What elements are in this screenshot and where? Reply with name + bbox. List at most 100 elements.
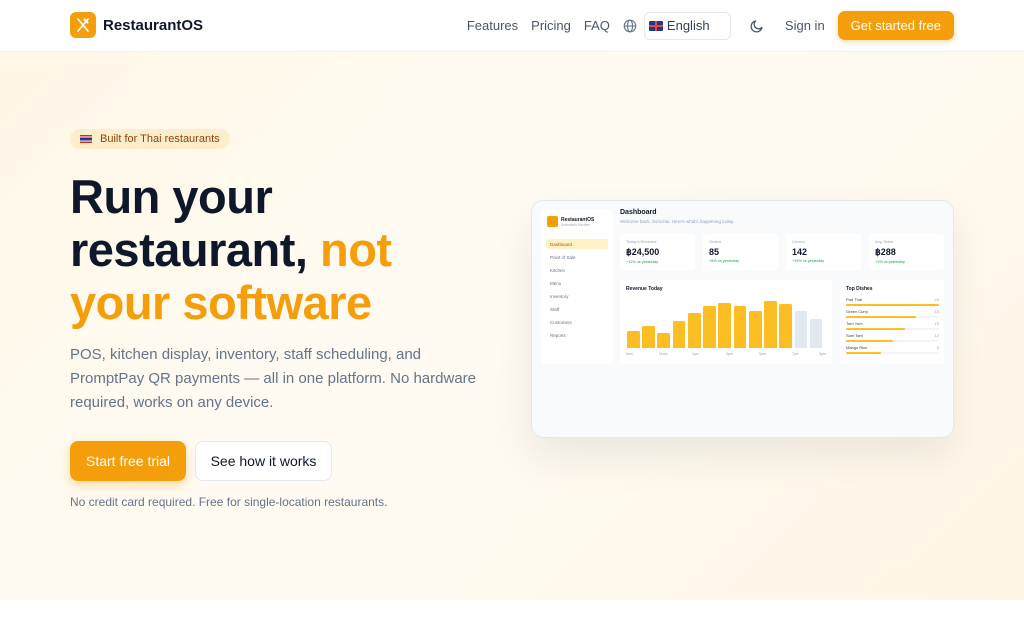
stat-delta: +15% vs yesterday: [792, 259, 825, 263]
headline-line-3: your software: [70, 276, 372, 329]
hero-headline: Run your restaurant, not your software: [70, 170, 392, 329]
uk-flag-icon: [648, 20, 663, 31]
dish-row: Mango Rice 9: [846, 345, 939, 354]
revenue-chart-title: Revenue Today: [626, 286, 663, 292]
revenue-bar: [657, 333, 671, 348]
dish-bar: [846, 327, 905, 330]
revenue-bar: [672, 320, 686, 348]
dish-name: Som Tam: [846, 333, 863, 338]
hero-subtitle: POS, kitchen display, inventory, staff s…: [70, 346, 477, 411]
stat-label: Today's Revenue: [626, 239, 657, 244]
sign-in-link[interactable]: Sign in: [785, 18, 825, 33]
preview-menu-item: Dashboard: [546, 239, 608, 249]
x-tick: 3pm: [726, 352, 733, 356]
thai-badge: Built for Thai restaurants: [70, 129, 230, 149]
utensils-icon: [70, 12, 96, 38]
x-tick: 5pm: [759, 352, 766, 356]
x-tick: 1pm: [692, 352, 699, 356]
stat-delta: +8% vs yesterday: [709, 259, 740, 263]
preview-sidebar: RestaurantOS Somchai's Kitchen Dashboard…: [541, 210, 613, 364]
language-label: English: [666, 18, 710, 33]
x-tick: 7pm: [792, 352, 799, 356]
revenue-bar: [718, 303, 732, 348]
dish-row: Som Tam 12: [846, 333, 939, 342]
preview-title: Dashboard: [620, 209, 657, 216]
revenue-bar: [794, 310, 808, 348]
stat-card: Orders 85 +8% vs yesterday: [703, 234, 778, 270]
nav-pricing-link[interactable]: Pricing: [531, 18, 571, 33]
dish-bar: [846, 339, 893, 342]
dish-count: 15: [934, 321, 939, 326]
language-select[interactable]: English: [643, 11, 731, 40]
preview-menu-item: Staff: [550, 306, 560, 312]
stat-card: Avg Ticket ฿288 +3% vs yesterday: [869, 234, 944, 270]
preview-brand: RestaurantOS Somchai's Kitchen: [547, 216, 594, 227]
preview-menu-item: Kitchen: [550, 267, 566, 273]
dish-bar: [846, 303, 939, 306]
start-free-trial-button[interactable]: Start free trial: [70, 441, 186, 481]
revenue-bar: [687, 313, 701, 348]
hero-note: No credit card required. Free for single…: [70, 495, 388, 509]
dish-count: 18: [934, 309, 939, 314]
dish-name: Mango Rice: [846, 345, 868, 350]
revenue-bar: [733, 305, 747, 348]
x-tick: 9pm: [819, 352, 826, 356]
dish-count: 9: [936, 345, 939, 350]
revenue-bar: [779, 304, 793, 348]
dish-name: Green Curry: [846, 309, 869, 314]
preview-menu-item: Inventory: [550, 293, 569, 299]
see-how-it-works-button[interactable]: See how it works: [195, 441, 332, 481]
brand-name: RestaurantOS: [103, 16, 204, 34]
top-nav: Features Pricing FAQ English Sign in Get…: [467, 11, 954, 40]
stat-card: Covers 142 +15% vs yesterday: [786, 234, 861, 270]
revenue-bars: [627, 298, 825, 348]
get-started-button[interactable]: Get started free: [837, 11, 954, 40]
dish-row: Tom Yum 15: [846, 321, 939, 330]
stat-value: 142: [792, 247, 808, 257]
stat-value: ฿288: [875, 247, 896, 257]
revenue-bar: [703, 305, 716, 348]
dish-bar: [846, 315, 916, 318]
stat-delta: +12% vs yesterday: [626, 260, 659, 264]
top-dishes-title: Top Dishes: [846, 286, 873, 292]
dish-count: 12: [934, 333, 939, 338]
preview-brand-name: RestaurantOS: [561, 216, 595, 223]
dish-name: Pad Thai: [846, 297, 862, 302]
dish-count: 24: [934, 297, 939, 302]
nav-faq-link[interactable]: FAQ: [584, 18, 610, 33]
stat-card: Today's Revenue ฿24,500 +12% vs yesterda…: [620, 234, 695, 270]
preview-menu: Dashboard Point of Sale Kitchen Menu Inv…: [546, 239, 608, 343]
headline-line-2: restaurant,: [70, 223, 308, 276]
dish-row: Green Curry 18: [846, 309, 939, 318]
revenue-chart-card: Revenue Today 9am 11am 1pm 3pm 5pm 7pm 9…: [620, 280, 832, 364]
moon-icon[interactable]: [749, 17, 767, 35]
headline-line-1: Run your: [70, 170, 273, 223]
stat-value: ฿24,500: [626, 247, 660, 257]
nav-features-link[interactable]: Features: [467, 18, 518, 33]
hero-section: Built for Thai restaurants Run your rest…: [0, 52, 1024, 600]
site-header: RestaurantOS Features Pricing FAQ Englis…: [0, 0, 1024, 52]
dish-name: Tom Yum: [846, 321, 863, 326]
thai-flag-icon: [80, 135, 92, 143]
stat-label: Avg Ticket: [875, 239, 894, 244]
badge-label: Built for Thai restaurants: [100, 133, 220, 145]
preview-logo-icon: [547, 216, 558, 227]
revenue-bar: [809, 319, 823, 348]
dish-row: Pad Thai 24: [846, 297, 939, 306]
stat-delta: +3% vs yesterday: [875, 260, 906, 264]
stat-value: 85: [709, 247, 720, 257]
preview-brand-sub: Somchai's Kitchen: [561, 222, 590, 227]
x-tick: 9am: [626, 352, 633, 356]
revenue-bar: [748, 310, 762, 348]
revenue-bar: [764, 300, 777, 348]
stat-label: Covers: [792, 239, 805, 244]
globe-icon: [623, 18, 639, 34]
preview-menu-item: Menu: [550, 280, 562, 286]
preview-menu-item: Reports: [550, 332, 566, 338]
preview-menu-item: Point of Sale: [550, 254, 576, 260]
dish-bar: [846, 351, 882, 354]
preview-welcome: Welcome back, Somchai. Here's what's hap…: [620, 219, 735, 224]
dashboard-preview: RestaurantOS Somchai's Kitchen Dashboard…: [531, 200, 954, 438]
brand-logo[interactable]: RestaurantOS: [70, 12, 203, 38]
x-tick: 11am: [659, 352, 668, 356]
